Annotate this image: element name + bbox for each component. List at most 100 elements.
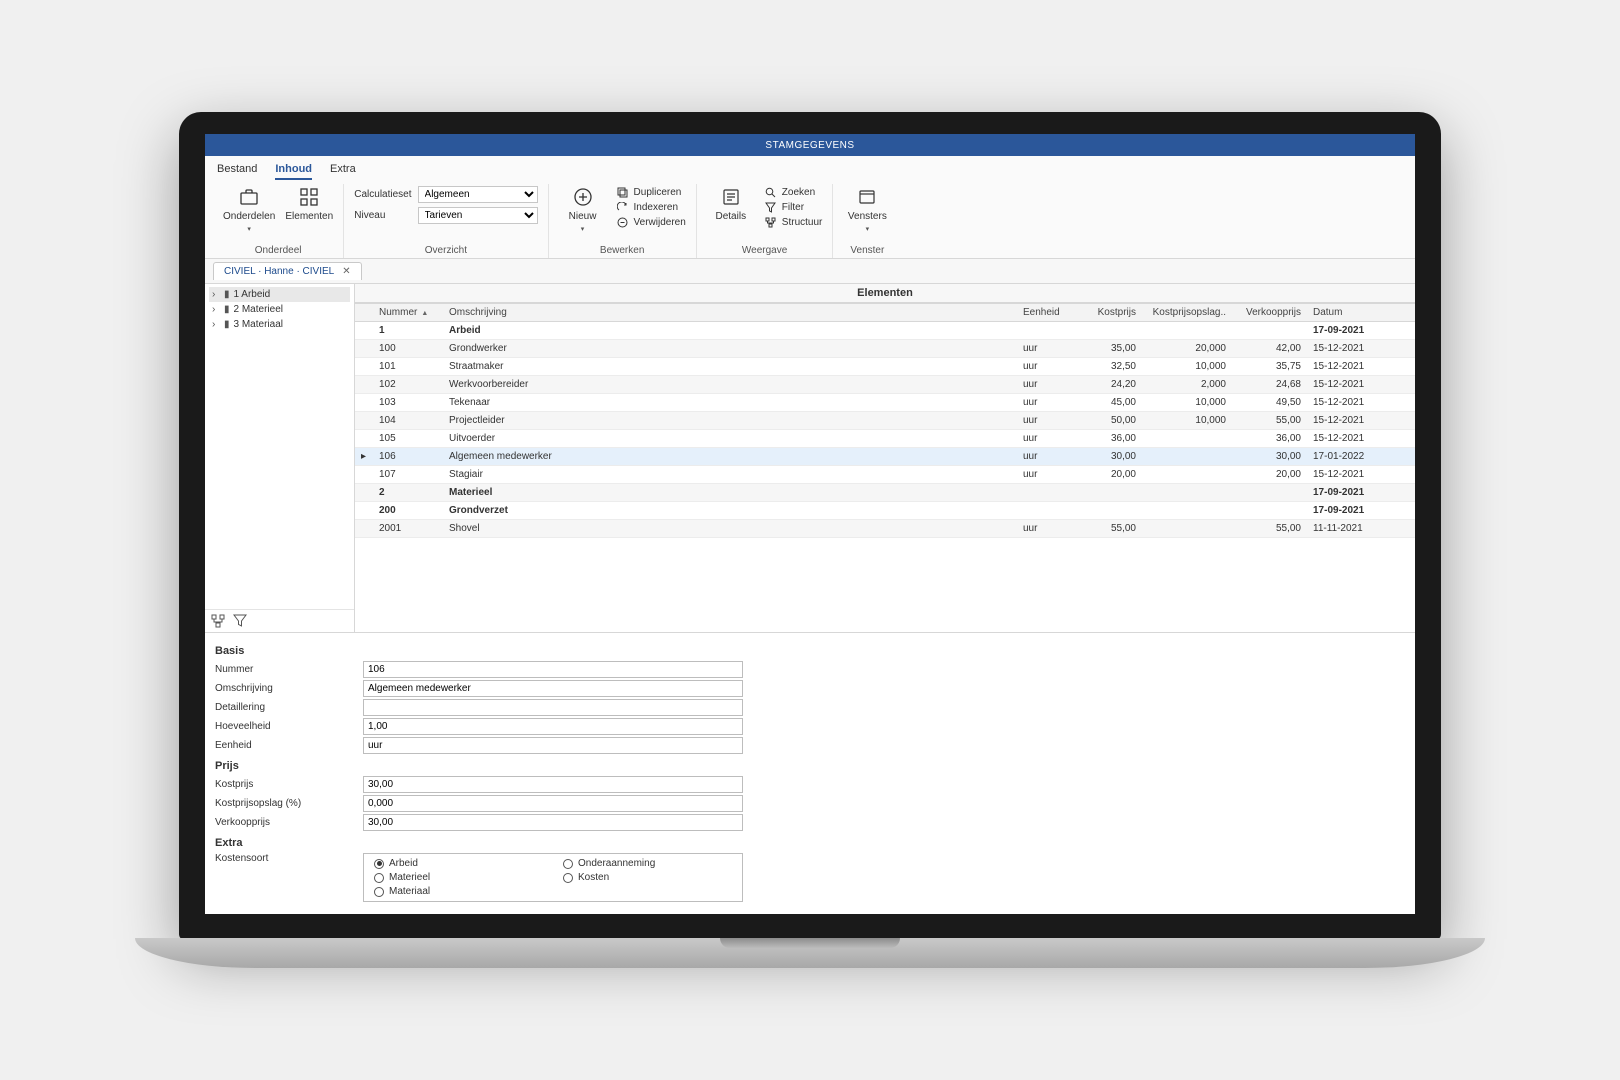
omschrijving-label: Omschrijving — [215, 683, 355, 694]
tree-expand-icon[interactable] — [211, 614, 225, 628]
col-kostprijsopslag[interactable]: Kostprijsopslag.. — [1142, 304, 1232, 322]
zoeken-button[interactable]: Zoeken — [765, 186, 823, 198]
eenheid-input[interactable] — [363, 737, 743, 754]
grid-title: Elementen — [355, 284, 1415, 303]
niveau-select[interactable]: Tarieven — [418, 207, 538, 224]
detaillering-label: Detaillering — [215, 702, 355, 713]
table-row[interactable]: ▸106Algemeen medewerkeruur30,0030,0017-0… — [355, 448, 1415, 466]
close-icon[interactable]: ✕ — [342, 266, 350, 277]
grid-icon — [298, 186, 320, 208]
dupliceren-button[interactable]: Dupliceren — [617, 186, 686, 198]
chevron-right-icon: › — [212, 289, 220, 300]
nummer-input[interactable] — [363, 661, 743, 678]
radio-onderaanneming[interactable]: Onderaanneming — [563, 858, 732, 869]
group-label-overzicht: Overzicht — [354, 243, 537, 256]
calculatieset-select[interactable]: Algemeen — [418, 186, 538, 203]
filter-button[interactable]: Filter — [765, 201, 823, 213]
kostprijsopslag-input[interactable] — [363, 795, 743, 812]
onderdelen-button[interactable]: Onderdelen ▾ — [223, 186, 275, 233]
group-label-onderdeel: Onderdeel — [223, 243, 333, 256]
nieuw-label: Nieuw — [569, 211, 597, 222]
table-row[interactable]: 1Arbeid17-09-2021 — [355, 322, 1415, 340]
structuur-button[interactable]: Structuur — [765, 216, 823, 228]
radio-icon — [374, 887, 384, 897]
document-tab[interactable]: CIVIEL · Hanne · CIVIEL ✕ — [213, 262, 362, 280]
menu-extra[interactable]: Extra — [330, 160, 356, 180]
radio-icon — [374, 859, 384, 869]
group-label-weergave: Weergave — [707, 243, 823, 256]
radio-materiaal[interactable]: Materiaal — [374, 886, 543, 897]
radio-arbeid[interactable]: Arbeid — [374, 858, 543, 869]
radio-icon — [563, 873, 573, 883]
tree-filter-icon[interactable] — [233, 614, 247, 628]
elementen-button[interactable]: Elementen — [285, 186, 333, 222]
table-row[interactable]: 102Werkvoorbereideruur24,202,00024,6815-… — [355, 376, 1415, 394]
calculatieset-label: Calculatieset — [354, 189, 411, 200]
table-row[interactable]: 104Projectleideruur50,0010,00055,0015-12… — [355, 412, 1415, 430]
tree-item[interactable]: ›▮1 Arbeid — [209, 287, 350, 302]
table-row[interactable]: 107Stagiairuur20,0020,0015-12-2021 — [355, 466, 1415, 484]
chevron-right-icon: › — [212, 304, 220, 315]
table-row[interactable]: 100Grondwerkeruur35,0020,00042,0015-12-2… — [355, 340, 1415, 358]
radio-materieel[interactable]: Materieel — [374, 872, 543, 883]
chevron-right-icon: › — [212, 319, 220, 330]
plus-circle-icon — [572, 186, 594, 208]
details-button[interactable]: Details — [707, 186, 755, 222]
menubar: Bestand Inhoud Extra — [205, 156, 1415, 180]
folder-icon: ▮ — [224, 289, 230, 300]
radio-kosten[interactable]: Kosten — [563, 872, 732, 883]
menu-inhoud[interactable]: Inhoud — [275, 160, 312, 180]
ribbon-group-weergave: Details Zoeken Filter Structuur — [697, 184, 834, 258]
col-nummer[interactable]: Nummer▲ — [373, 304, 443, 322]
radio-icon — [563, 859, 573, 869]
group-label-bewerken: Bewerken — [559, 243, 686, 256]
detaillering-input[interactable] — [363, 699, 743, 716]
delete-icon — [617, 216, 629, 228]
hoeveelheid-label: Hoeveelheid — [215, 721, 355, 732]
window-titlebar: STAMGEGEVENS — [205, 134, 1415, 156]
refresh-icon — [617, 201, 629, 213]
table-row[interactable]: 2001Shoveluur55,0055,0011-11-2021 — [355, 520, 1415, 538]
folder-icon: ▮ — [224, 319, 230, 330]
detail-panel: Basis Nummer Omschrijving Detaillering H… — [205, 633, 1415, 914]
nieuw-button[interactable]: Nieuw ▾ — [559, 186, 607, 233]
col-eenheid[interactable]: Eenheid — [1017, 304, 1077, 322]
copy-icon — [617, 186, 629, 198]
document-tab-label: CIVIEL · Hanne · CIVIEL — [224, 266, 334, 277]
folder-icon: ▮ — [224, 304, 230, 315]
omschrijving-input[interactable] — [363, 680, 743, 697]
verwijderen-button[interactable]: Verwijderen — [617, 216, 686, 228]
chevron-down-icon: ▾ — [581, 225, 585, 233]
elements-grid: Nummer▲ Omschrijving Eenheid Kostprijs K… — [355, 303, 1415, 538]
table-row[interactable]: 200Grondverzet17-09-2021 — [355, 502, 1415, 520]
kostprijs-input[interactable] — [363, 776, 743, 793]
filter-icon — [765, 201, 777, 213]
indexeren-button[interactable]: Indexeren — [617, 201, 686, 213]
tree-item[interactable]: ›▮2 Materieel — [209, 302, 350, 317]
table-row[interactable]: 2Materieel17-09-2021 — [355, 484, 1415, 502]
kostprijsopslag-label: Kostprijsopslag (%) — [215, 798, 355, 809]
section-prijs: Prijs — [215, 760, 1405, 772]
col-omschrijving[interactable]: Omschrijving — [443, 304, 1017, 322]
verkoopprijs-input[interactable] — [363, 814, 743, 831]
table-row[interactable]: 105Uitvoerderuur36,0036,0015-12-2021 — [355, 430, 1415, 448]
menu-bestand[interactable]: Bestand — [217, 160, 257, 180]
table-row[interactable]: 103Tekenaaruur45,0010,00049,5015-12-2021 — [355, 394, 1415, 412]
ribbon-group-venster: Vensters ▾ Venster — [833, 184, 901, 258]
group-label-venster: Venster — [843, 243, 891, 256]
col-datum[interactable]: Datum — [1307, 304, 1387, 322]
radio-icon — [374, 873, 384, 883]
table-row[interactable]: 101Straatmakeruur32,5010,00035,7515-12-2… — [355, 358, 1415, 376]
tree-item[interactable]: ›▮3 Materiaal — [209, 317, 350, 332]
elementen-label: Elementen — [285, 211, 333, 222]
ribbon-group-bewerken: Nieuw ▾ Dupliceren Indexeren Verwijderen — [549, 184, 697, 258]
vensters-button[interactable]: Vensters ▾ — [843, 186, 891, 233]
niveau-label: Niveau — [354, 210, 411, 221]
hoeveelheid-input[interactable] — [363, 718, 743, 735]
section-extra: Extra — [215, 837, 1405, 849]
col-verkoopprijs[interactable]: Verkoopprijs — [1232, 304, 1307, 322]
window-title: STAMGEGEVENS — [765, 140, 854, 151]
search-icon — [765, 186, 777, 198]
col-kostprijs[interactable]: Kostprijs — [1077, 304, 1142, 322]
section-basis: Basis — [215, 645, 1405, 657]
